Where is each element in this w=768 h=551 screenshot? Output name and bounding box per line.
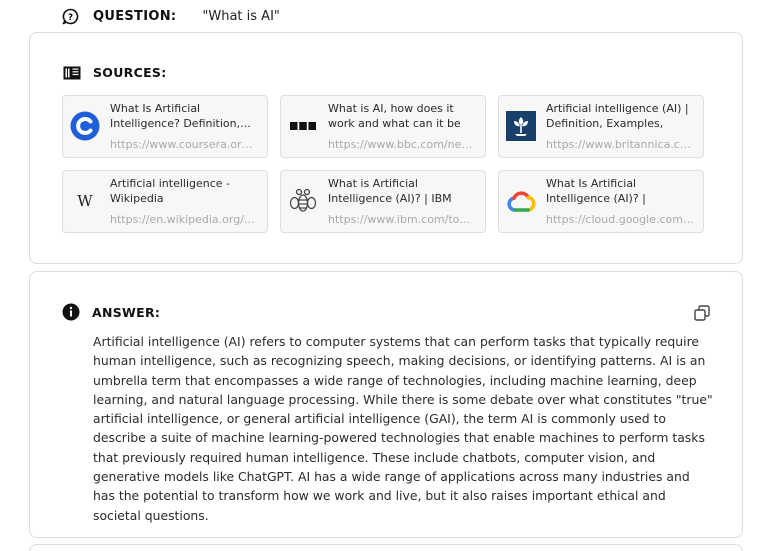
source-title: What Is Artificial Intelligence? Definit…	[110, 102, 251, 130]
next-card	[29, 544, 743, 551]
answer-label: ANSWER:	[92, 304, 161, 320]
source-card-ibm[interactable]: What is Artificial Intelligence (AI)? | …	[280, 170, 486, 233]
svg-text:W: W	[77, 193, 93, 209]
source-card-bbc[interactable]: What is AI, how does it work and what ca…	[280, 95, 486, 158]
sources-grid: What Is Artificial Intelligence? Definit…	[62, 95, 704, 233]
info-icon	[62, 303, 80, 321]
sources-header: SOURCES:	[63, 65, 167, 80]
svg-text:?: ?	[68, 13, 73, 23]
britannica-logo	[505, 110, 537, 142]
coursera-logo	[69, 110, 101, 142]
ibm-bee-logo	[287, 185, 319, 217]
google-cloud-logo	[505, 185, 537, 217]
source-title: What Is Artificial Intelligence (AI)? | …	[546, 177, 646, 205]
source-url: https://en.wikipedia.org/wi...	[110, 213, 259, 226]
source-card-google-cloud[interactable]: What Is Artificial Intelligence (AI)? | …	[498, 170, 704, 233]
source-url: https://www.britannica.co...	[546, 138, 695, 151]
sources-label: SOURCES:	[93, 65, 167, 80]
source-url: https://www.bbc.com/new...	[328, 138, 477, 151]
answer-text: Artificial intelligence (AI) refers to c…	[93, 334, 713, 523]
source-url: https://www.ibm.com/topi...	[328, 213, 477, 226]
source-url: https://cloud.google.com/...	[546, 213, 695, 226]
source-card-wikipedia[interactable]: W Artificial intelligence - Wikipedia ht…	[62, 170, 268, 233]
source-card-coursera[interactable]: What Is Artificial Intelligence? Definit…	[62, 95, 268, 158]
question-text: "What is AI"	[202, 8, 280, 24]
wikipedia-logo: W	[69, 185, 101, 217]
source-title: Artificial intelligence - Wikipedia	[110, 177, 231, 205]
source-card-britannica[interactable]: Artificial intelligence (AI) | Definitio…	[498, 95, 704, 158]
source-title: What is Artificial Intelligence (AI)? | …	[328, 177, 452, 205]
sources-card: SOURCES: What Is Artificial Intelligence…	[29, 32, 743, 264]
question-row: ? QUESTION: "What is AI"	[62, 6, 280, 26]
source-title: Artificial intelligence (AI) | Definitio…	[546, 102, 689, 130]
speech-bubble-question-icon: ?	[62, 8, 79, 25]
answer-card: ANSWER: Artificial intelligence (AI) ref…	[29, 271, 743, 538]
source-title: What is AI, how does it work and what ca…	[328, 102, 461, 130]
bbc-logo	[287, 110, 319, 142]
source-url: https://www.coursera.org/...	[110, 138, 259, 151]
answer-header: ANSWER:	[62, 303, 160, 321]
book-icon	[63, 66, 81, 80]
copy-icon	[694, 305, 710, 321]
copy-button[interactable]	[694, 305, 710, 321]
question-label: QUESTION:	[93, 8, 177, 24]
